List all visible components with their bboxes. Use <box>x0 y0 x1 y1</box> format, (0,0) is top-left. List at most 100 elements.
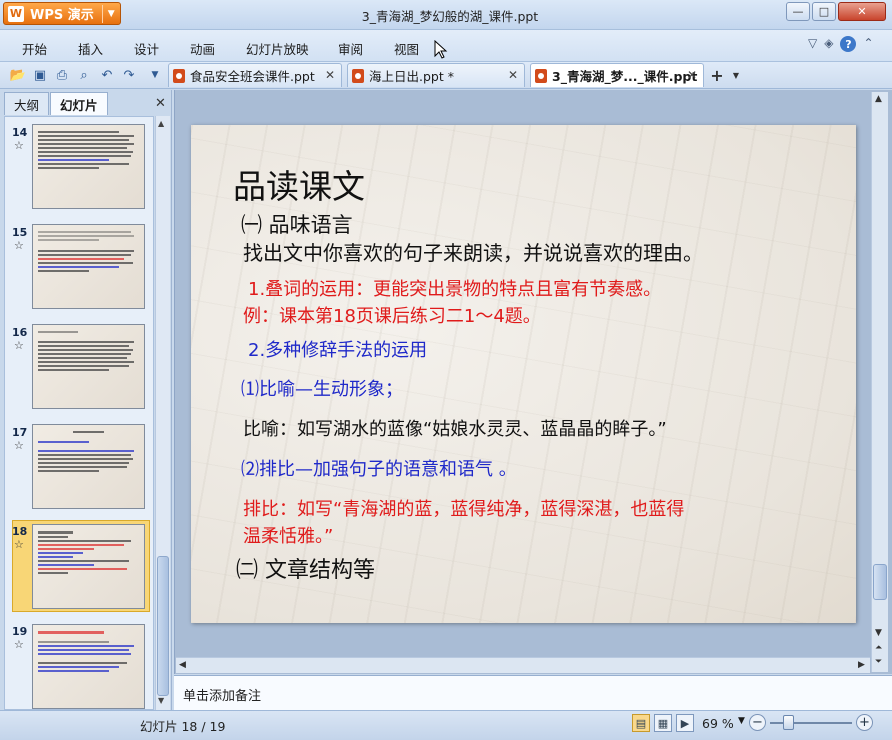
menu-slideshow[interactable]: 幻灯片放映 <box>246 39 309 58</box>
slide-text-line[interactable]: ㈠ 品味语言 <box>241 209 353 239</box>
print-icon[interactable]: ⎙ <box>53 66 71 84</box>
close-icon: ✕ <box>857 5 867 18</box>
new-tab-icon[interactable]: + <box>708 66 726 85</box>
slide-thumbnail-19[interactable] <box>32 624 145 709</box>
animation-star-icon: ☆ <box>14 139 24 152</box>
menu-animation[interactable]: 动画 <box>190 39 215 58</box>
thumbnail-number: 18 <box>12 525 28 538</box>
scroll-up-icon[interactable]: ▲ <box>158 119 164 128</box>
slide-text-line[interactable]: ⑵排比—加强句子的语意和语气 。 <box>241 455 517 481</box>
slide-thumbnail-17[interactable] <box>32 424 145 509</box>
wps-logo-icon: W <box>8 5 24 22</box>
redo-icon[interactable]: ↷ <box>120 66 138 84</box>
slide-thumbnail-18[interactable] <box>32 524 145 609</box>
slide-text-line[interactable]: 比喻：如写湖水的蓝像“姑娘水灵灵、蓝晶晶的眸子。” <box>243 415 667 441</box>
scroll-left-icon[interactable]: ◀ <box>179 660 186 670</box>
slide-text-line[interactable]: 例：课本第18页课后练习二1～4题。 <box>243 302 541 328</box>
thumbnail-number: 19 <box>12 625 28 638</box>
minimize-button[interactable]: — <box>786 2 810 21</box>
slide-text-line[interactable]: 找出文中你喜欢的句子来朗读，并说说喜欢的理由。 <box>243 237 703 266</box>
menu-home[interactable]: 开始 <box>22 39 47 58</box>
scroll-down-icon[interactable]: ▼ <box>875 628 882 638</box>
slide-text-line[interactable]: 2.多种修辞手法的运用 <box>248 336 427 362</box>
scrollbar-thumb[interactable] <box>157 556 169 696</box>
help-icon[interactable]: ? <box>840 36 857 52</box>
tab-label: 海上日出.ppt * <box>369 69 454 84</box>
ppt-file-icon <box>535 68 547 83</box>
notes-panel[interactable]: 单击添加备注 <box>174 675 892 710</box>
zoom-level[interactable]: 69 % <box>702 716 734 731</box>
minimize-icon: — <box>792 5 804 18</box>
tab-slides[interactable]: 幻灯片 <box>50 92 108 115</box>
slide-thumbnail-16[interactable] <box>32 324 145 409</box>
close-tab-icon[interactable]: ✕ <box>687 68 697 82</box>
app-name: WPS 演示 <box>30 8 94 23</box>
animation-star-icon: ☆ <box>14 538 24 551</box>
tab-food-safety[interactable]: 食品安全班会课件.ppt ✕ <box>168 63 342 87</box>
scroll-up-icon[interactable]: ▲ <box>875 94 882 104</box>
wps-app-menu-button[interactable]: W WPS 演示 ▼ <box>3 2 121 25</box>
normal-view-icon: ▤ <box>635 716 647 730</box>
tab-list-icon[interactable]: ▼ <box>727 66 745 84</box>
next-slide-icon[interactable]: ⏷ <box>875 657 882 667</box>
menu-right-controls: ▽ ◈ ? ⌃ <box>808 36 874 52</box>
menu-insert[interactable]: 插入 <box>78 39 103 58</box>
slide-text-line[interactable]: 温柔恬雅。” <box>243 522 333 548</box>
open-folder-icon[interactable]: 📂 <box>9 66 27 84</box>
window-title: 3_青海湖_梦幻般的湖_课件.ppt <box>361 9 539 24</box>
slide-text-line[interactable]: 排比：如写“青海湖的蓝，蓝得纯净，蓝得深湛，也蓝得 <box>243 495 684 521</box>
mouse-cursor-icon <box>434 40 448 59</box>
horizontal-scrollbar[interactable]: ◀ ▶ <box>176 657 870 673</box>
close-window-button[interactable]: ✕ <box>838 2 886 21</box>
thumbnail-scrollbar[interactable]: ▲ ▼ <box>155 116 170 710</box>
slide-text-line[interactable]: ⑴比喻—生动形象； <box>241 375 403 401</box>
slide-text-line[interactable]: 1.叠词的运用：更能突出景物的特点且富有节奏感。 <box>248 275 661 301</box>
menu-design[interactable]: 设计 <box>134 39 159 58</box>
tab-qinghai-lake[interactable]: 3_青海湖_梦..._课件.ppt ✕ <box>530 63 704 87</box>
slide-indicator: 幻灯片 18 / 19 <box>140 719 226 734</box>
tab-sunrise[interactable]: 海上日出.ppt * ✕ <box>347 63 525 87</box>
zoom-out-button[interactable]: − <box>749 714 766 731</box>
print-preview-icon[interactable]: ⌕ <box>75 66 93 84</box>
ppt-file-icon <box>352 68 364 83</box>
slideshow-view-button[interactable]: ▶ <box>676 714 694 732</box>
animation-star-icon: ☆ <box>14 339 24 352</box>
close-tab-icon[interactable]: ✕ <box>508 68 518 82</box>
pane-tabs: 大纲 幻灯片 <box>4 92 109 116</box>
chevron-down-icon[interactable]: ▼ <box>738 716 745 726</box>
grid-view-icon: ▦ <box>657 716 669 730</box>
close-tab-icon[interactable]: ✕ <box>325 68 335 82</box>
vertical-scrollbar[interactable]: ▲ ▼ ⏶ ⏷ <box>871 92 888 672</box>
slide-title[interactable]: 品读课文 <box>233 160 365 208</box>
animation-star-icon: ☆ <box>14 239 24 252</box>
chevron-double-up-icon[interactable]: ⌃ <box>863 36 873 52</box>
normal-view-button[interactable]: ▤ <box>632 714 650 732</box>
zoom-in-button[interactable]: + <box>856 714 873 731</box>
slide-text-line[interactable]: ㈡ 文章结构等 <box>236 552 375 584</box>
slide-thumbnail-15[interactable] <box>32 224 145 309</box>
toolbar-more-icon[interactable]: ▼ <box>146 66 164 84</box>
thumbnail-number: 17 <box>12 426 28 439</box>
slide-sorter-view-button[interactable]: ▦ <box>654 714 672 732</box>
menu-view[interactable]: 视图 <box>394 39 419 58</box>
menu-review[interactable]: 审阅 <box>338 39 363 58</box>
ppt-file-icon <box>173 68 185 83</box>
maximize-button[interactable]: □ <box>812 2 836 21</box>
thumbnail-number: 14 <box>12 126 28 139</box>
tab-label: 3_青海湖_梦..._课件.ppt <box>552 69 698 84</box>
scrollbar-thumb[interactable] <box>873 564 887 600</box>
skin-icon[interactable]: ◈ <box>824 36 833 52</box>
tab-outline[interactable]: 大纲 <box>4 92 50 115</box>
save-icon[interactable]: ▣ <box>31 66 49 84</box>
scroll-right-icon[interactable]: ▶ <box>858 660 865 670</box>
previous-slide-icon[interactable]: ⏶ <box>875 643 882 653</box>
plus-icon: + <box>859 715 870 730</box>
animation-star-icon: ☆ <box>14 439 24 452</box>
zoom-slider-handle[interactable] <box>783 715 794 730</box>
scroll-down-icon[interactable]: ▼ <box>158 696 164 705</box>
undo-icon[interactable]: ↶ <box>98 66 116 84</box>
close-pane-icon[interactable]: ✕ <box>155 96 166 111</box>
slide-thumbnail-14[interactable] <box>32 124 145 209</box>
filter-icon[interactable]: ▽ <box>808 36 817 52</box>
slide-canvas[interactable]: 品读课文 ㈠ 品味语言 找出文中你喜欢的句子来朗读，并说说喜欢的理由。 1.叠词… <box>191 125 856 623</box>
